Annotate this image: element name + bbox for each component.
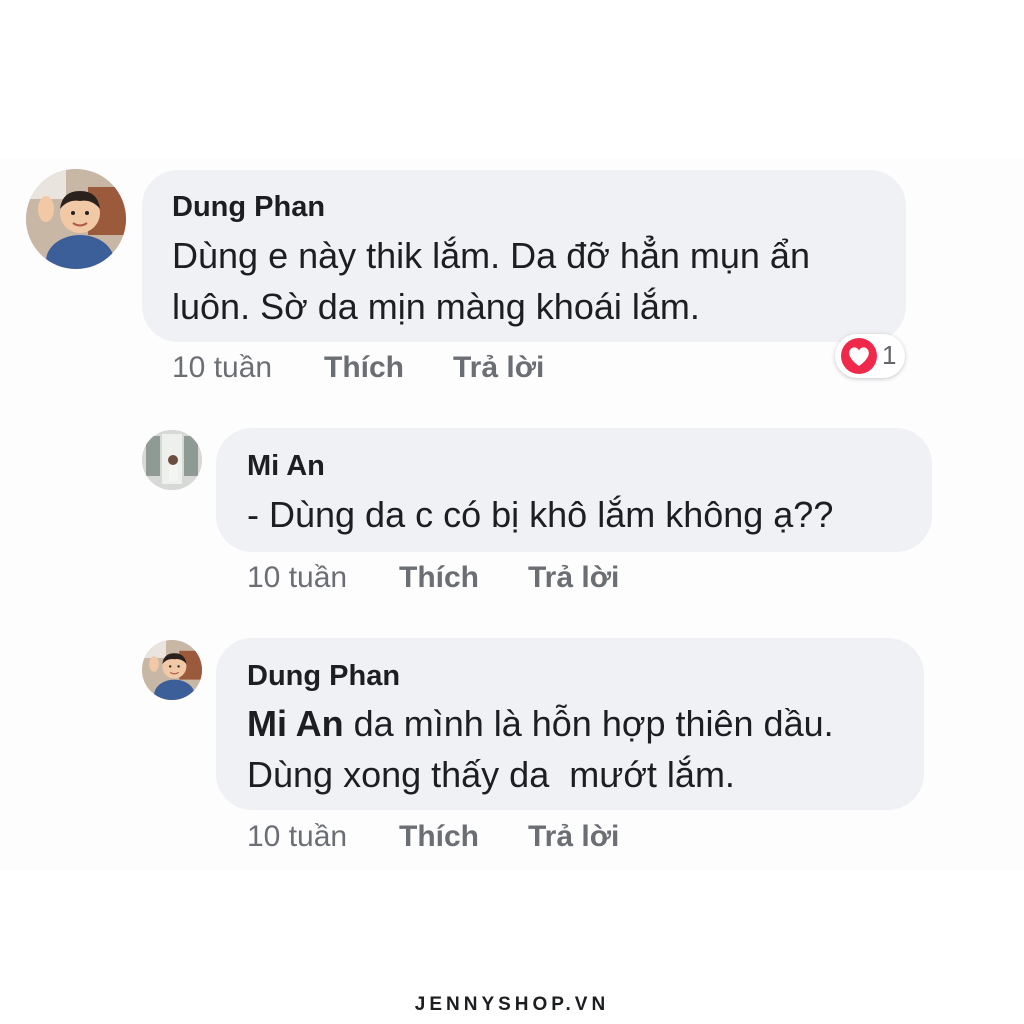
reply-button[interactable]: Trả lời xyxy=(453,351,544,385)
avatar[interactable] xyxy=(142,640,202,700)
comment-author[interactable]: Dung Phan xyxy=(172,191,325,224)
person-photo-icon xyxy=(142,430,202,490)
reaction-count: 1 xyxy=(882,340,897,370)
comment-text-line-2: Dùng xong thấy da mướt lắm. xyxy=(247,754,735,795)
avatar[interactable] xyxy=(26,169,126,269)
comment-time[interactable]: 10 tuần xyxy=(172,351,272,385)
comment-text-line-1: Dùng e này thik lắm. Da đỡ hẳn mụn ẩn xyxy=(172,235,810,276)
comment-text-line-1: - Dùng da c có bị khô lắm không ạ?? xyxy=(247,494,834,535)
heart-icon xyxy=(841,338,877,374)
like-button[interactable]: Thích xyxy=(399,820,479,854)
comment-time[interactable]: 10 tuần xyxy=(247,561,347,595)
reaction-badge[interactable]: 1 xyxy=(835,334,905,378)
child-photo-icon xyxy=(142,640,202,700)
mention-link[interactable]: Mi An xyxy=(247,703,344,744)
reply-button[interactable]: Trả lời xyxy=(528,820,619,854)
comment-text-line-2: luôn. Sờ da mịn màng khoái lắm. xyxy=(172,286,700,327)
avatar[interactable] xyxy=(142,430,202,490)
comment-author[interactable]: Mi An xyxy=(247,450,325,483)
comment-text-line-1: Mi An da mình là hỗn hợp thiên dầu. xyxy=(247,698,834,749)
reply-button[interactable]: Trả lời xyxy=(528,561,619,595)
comment-text-segment: da mình là hỗn hợp thiên dầu. xyxy=(343,703,834,744)
child-photo-icon xyxy=(26,169,126,269)
comment-author[interactable]: Dung Phan xyxy=(247,660,400,693)
like-button[interactable]: Thích xyxy=(324,351,404,385)
like-button[interactable]: Thích xyxy=(399,561,479,595)
watermark: JENNYSHOP.VN xyxy=(414,994,610,1015)
comment-time[interactable]: 10 tuần xyxy=(247,820,347,854)
